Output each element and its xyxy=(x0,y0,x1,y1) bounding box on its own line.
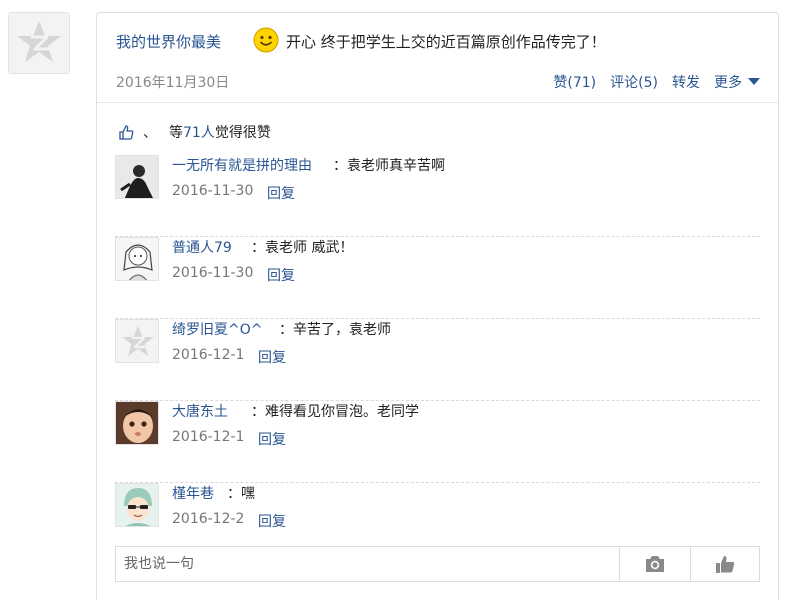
default-avatar-icon xyxy=(116,320,158,362)
sketch-avatar-icon xyxy=(116,238,158,280)
reply-link[interactable]: 回复 xyxy=(267,265,295,285)
likes-prefix: 等 xyxy=(169,125,183,141)
comment-date: 2016-12-1 xyxy=(172,429,245,445)
cartoon-avatar-icon xyxy=(116,484,158,526)
poster-avatar[interactable] xyxy=(8,12,70,74)
commenter-avatar[interactable] xyxy=(115,237,159,281)
comment-text: ：辛苦了，袁老师 xyxy=(279,322,391,338)
comment-text: ：难得看见你冒泡。老同学 xyxy=(251,404,419,420)
post-author-link[interactable]: 我的世界你最美 xyxy=(116,31,221,52)
reply-link[interactable]: 回复 xyxy=(258,347,286,367)
comment-date: 2016-11-30 xyxy=(172,183,254,199)
commenter-name-link[interactable]: 普通人79 xyxy=(172,237,232,257)
post-date: 2016年11月30日 xyxy=(116,75,230,91)
likes-separator: 、 xyxy=(143,125,157,141)
comment-item: 一无所有就是拼的理由 ：袁老师真辛苦啊 2016-11-30 回复 xyxy=(115,155,760,237)
reply-link[interactable]: 回复 xyxy=(258,429,286,449)
reply-bar xyxy=(115,546,760,582)
comment-item: 槿年巷 ：嘿 2016-12-2 回复 xyxy=(115,483,760,539)
dark-photo-avatar-icon xyxy=(116,156,158,198)
baby-photo-avatar-icon xyxy=(116,402,158,444)
like-button[interactable] xyxy=(690,547,759,581)
like-count-button[interactable]: 赞(71) xyxy=(553,72,596,92)
commenter-avatar[interactable] xyxy=(115,319,159,363)
more-menu-button[interactable]: 更多 xyxy=(714,72,760,92)
feed-card: 我的世界你最美 开心 终于把学生上交的近百篇原创作品传完了！ 2016年11月3… xyxy=(96,12,779,600)
post-content: 开心 终于把学生上交的近百篇原创作品传完了！ xyxy=(286,33,606,51)
commenter-name-link[interactable]: 一无所有就是拼的理由 xyxy=(172,155,312,175)
commenter-avatar[interactable] xyxy=(115,155,159,199)
comment-text: ：嘿 xyxy=(227,486,255,502)
comment-item: 普通人79 ：袁老师 威武！ 2016-11-30 回复 xyxy=(115,237,760,319)
caret-down-icon xyxy=(748,78,760,85)
reply-link[interactable]: 回复 xyxy=(258,511,286,531)
commenter-avatar[interactable] xyxy=(115,401,159,445)
reply-link[interactable]: 回复 xyxy=(267,183,295,203)
post-actions: 赞(71) 评论(5) 转发 更多 xyxy=(553,72,760,92)
thumbs-up-outline-icon xyxy=(119,124,134,140)
comment-input[interactable] xyxy=(116,547,619,581)
comment-text: ：袁老师真辛苦啊 xyxy=(333,158,445,174)
post-header: 我的世界你最美 开心 终于把学生上交的近百篇原创作品传完了！ 2016年11月3… xyxy=(97,13,778,103)
commenter-name-link[interactable]: 绮罗旧夏^O^ xyxy=(172,319,262,339)
comment-count-button[interactable]: 评论(5) xyxy=(610,72,658,92)
comment-date: 2016-11-30 xyxy=(172,265,254,281)
commenter-avatar[interactable] xyxy=(115,483,159,527)
default-avatar-icon xyxy=(9,13,69,73)
smiley-face-icon xyxy=(253,27,279,53)
comment-item: 绮罗旧夏^O^ ：辛苦了，袁老师 2016-12-1 回复 xyxy=(115,319,760,401)
comment-item: 大唐东土 ：难得看见你冒泡。老同学 2016-12-1 回复 xyxy=(115,401,760,483)
comment-date: 2016-12-2 xyxy=(172,511,245,527)
thumbs-up-icon xyxy=(716,556,735,573)
likes-count-link[interactable]: 71人 xyxy=(183,122,215,142)
comment-date: 2016-12-1 xyxy=(172,347,245,363)
comment-text: ：袁老师 威武！ xyxy=(251,240,354,256)
likes-suffix: 觉得很赞 xyxy=(214,125,271,141)
share-button[interactable]: 转发 xyxy=(672,72,700,92)
camera-icon xyxy=(646,556,664,572)
commenter-name-link[interactable]: 槿年巷 xyxy=(172,483,214,503)
commenter-name-link[interactable]: 大唐东土 xyxy=(172,401,228,421)
more-label: 更多 xyxy=(714,75,742,91)
likes-summary: 、 等 71人 觉得很赞 xyxy=(118,122,271,142)
camera-button[interactable] xyxy=(619,547,690,581)
